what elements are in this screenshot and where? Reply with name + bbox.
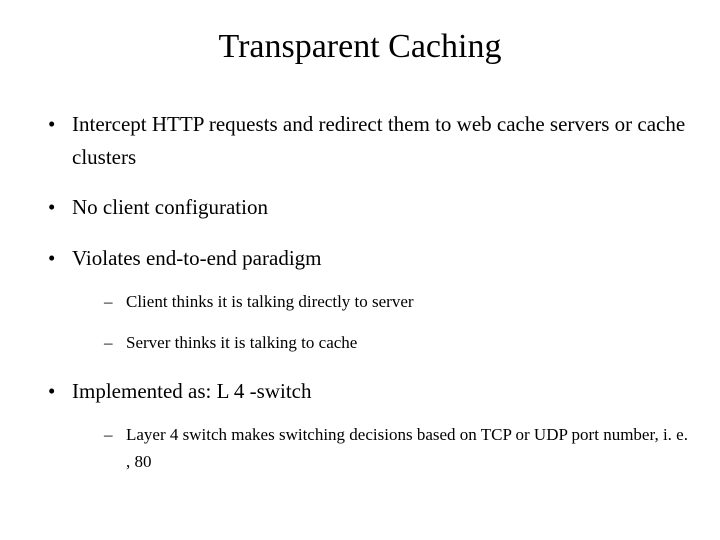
sub-bullet-text: Layer 4 switch makes switching decisions… <box>126 425 688 471</box>
list-item: Implemented as: L 4 -switch Layer 4 swit… <box>48 375 690 476</box>
bullet-text: No client configuration <box>72 195 268 219</box>
bullet-text: Violates end-to-end paradigm <box>72 246 322 270</box>
bullet-text: Intercept HTTP requests and redirect the… <box>72 112 685 169</box>
sub-bullet-text: Server thinks it is talking to cache <box>126 333 357 352</box>
list-item: Server thinks it is talking to cache <box>104 329 690 356</box>
slide-title: Transparent Caching <box>30 28 690 66</box>
bullet-list: Intercept HTTP requests and redirect the… <box>30 108 690 475</box>
list-item: No client configuration <box>48 191 690 224</box>
sub-bullet-list: Client thinks it is talking directly to … <box>72 288 690 356</box>
list-item: Violates end-to-end paradigm Client thin… <box>48 242 690 357</box>
bullet-text: Implemented as: L 4 -switch <box>72 379 312 403</box>
list-item: Client thinks it is talking directly to … <box>104 288 690 315</box>
sub-bullet-list: Layer 4 switch makes switching decisions… <box>72 421 690 475</box>
list-item: Intercept HTTP requests and redirect the… <box>48 108 690 173</box>
sub-bullet-text: Client thinks it is talking directly to … <box>126 292 414 311</box>
list-item: Layer 4 switch makes switching decisions… <box>104 421 690 475</box>
